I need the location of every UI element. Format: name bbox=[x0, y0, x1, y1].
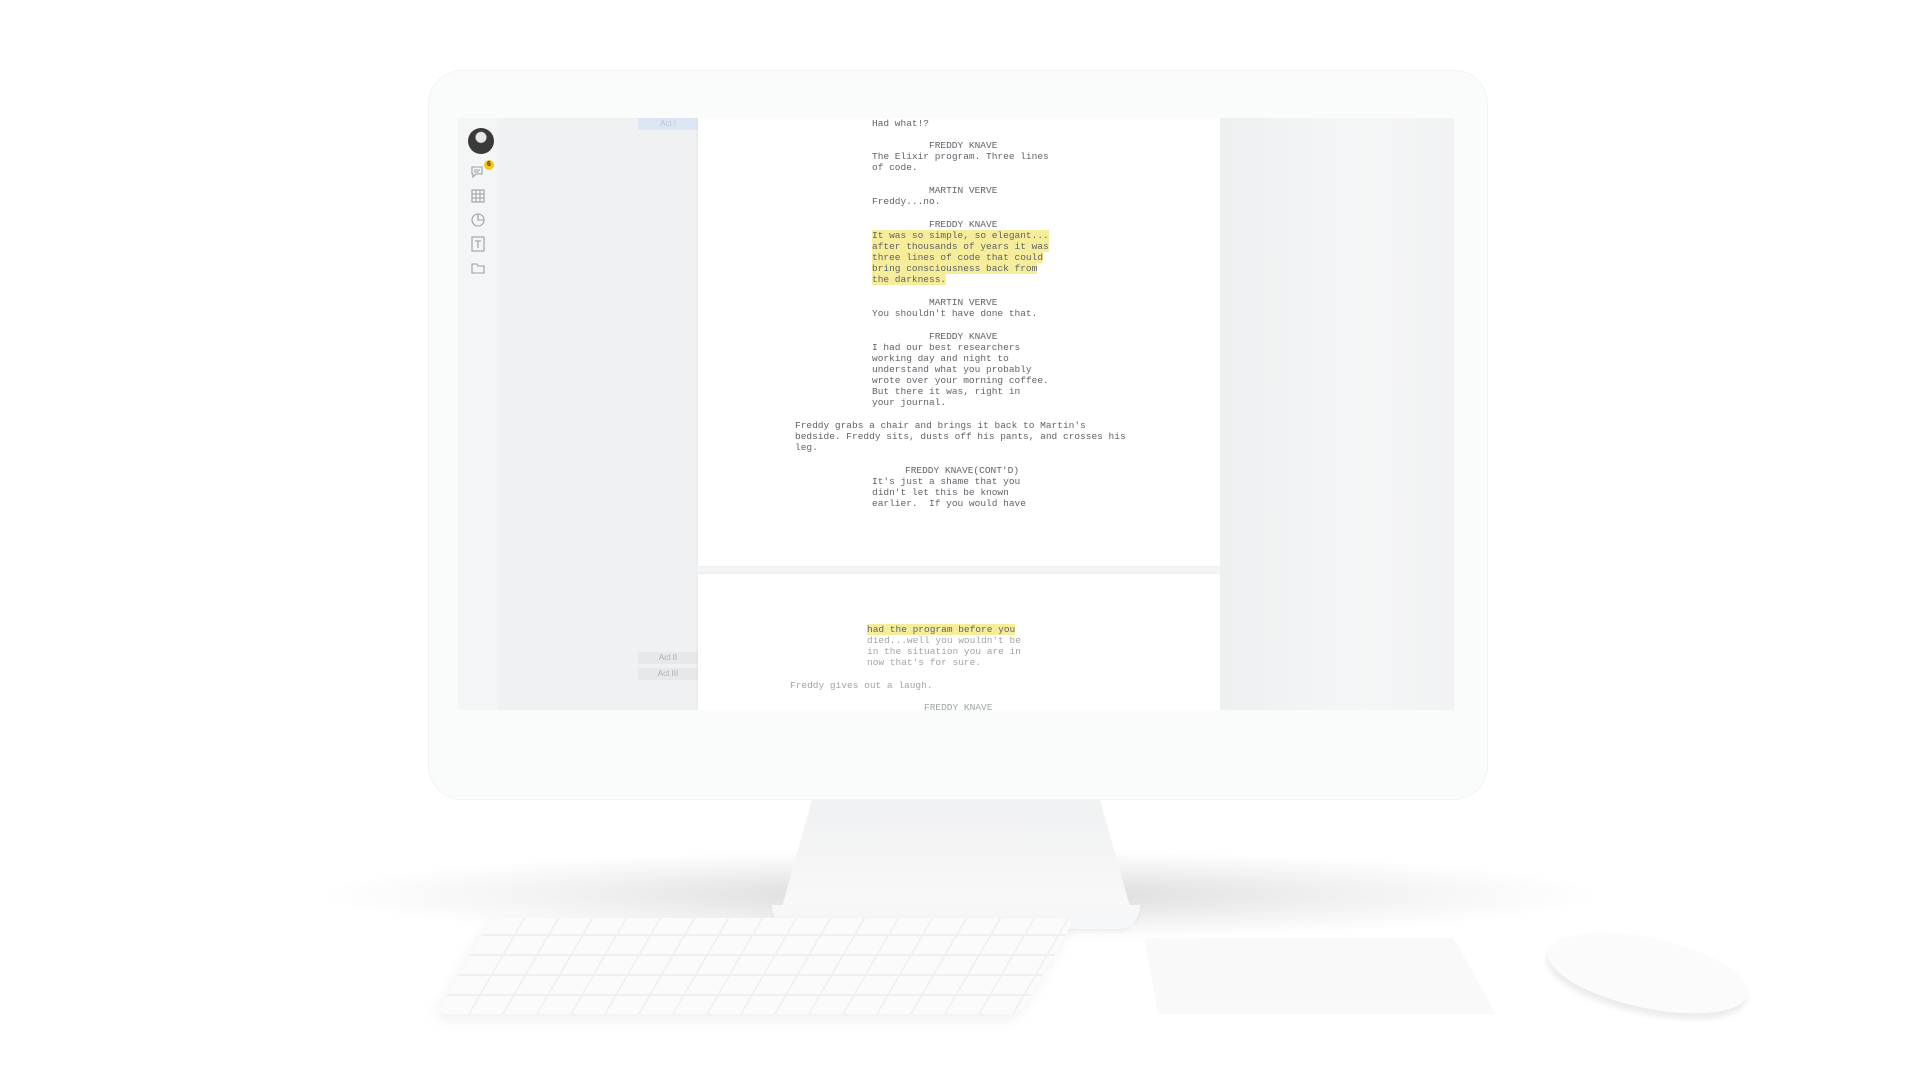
character-name: MARTIN VERVE bbox=[929, 185, 998, 196]
highlighted-dialogue-line: the darkness. bbox=[872, 274, 947, 285]
dialogue-line: now that's for sure. bbox=[867, 657, 982, 668]
character-name: FREDDY KNAVE bbox=[929, 140, 998, 151]
dialogue-line: understand what you probably bbox=[872, 364, 1032, 375]
script-page-2[interactable]: had the program before you died...well y… bbox=[698, 574, 1220, 710]
mouse bbox=[1540, 917, 1756, 1029]
right-gutter bbox=[1220, 118, 1454, 710]
notification-badge: 6 bbox=[484, 160, 494, 170]
icon-rail: 6 bbox=[458, 118, 498, 710]
action-line: leg. bbox=[795, 442, 818, 453]
highlighted-dialogue-line: after thousands of years it was bbox=[872, 241, 1049, 252]
dialogue-line: working day and night to bbox=[872, 353, 1009, 364]
dialogue-line: in the situation you are in bbox=[867, 646, 1021, 657]
dialogue-line: wrote over your morning coffee. bbox=[872, 375, 1049, 386]
folder-icon[interactable] bbox=[470, 260, 486, 276]
character-name: MARTIN VERVE bbox=[929, 297, 998, 308]
dialogue-line: It's just a shame that you bbox=[872, 476, 1021, 487]
grid-icon[interactable] bbox=[470, 188, 486, 204]
dialogue-line: But there it was, right in bbox=[872, 386, 1021, 397]
highlighted-dialogue-line: three lines of code that could bbox=[872, 252, 1044, 263]
highlighted-dialogue-line: bring consciousness back from bbox=[872, 263, 1038, 274]
dialogue-line: You shouldn't have done that. bbox=[872, 308, 1038, 319]
action-line: Freddy grabs a chair and brings it back … bbox=[795, 420, 1086, 431]
dialogue-line: your journal. bbox=[872, 397, 947, 408]
dialogue-line: died...well you wouldn't be bbox=[867, 635, 1021, 646]
character-name: FREDDY KNAVE bbox=[929, 331, 998, 342]
trackpad bbox=[1144, 938, 1496, 1014]
dialogue-line: Had what!? bbox=[872, 118, 930, 129]
character-name: FREDDY KNAVE(CONT'D) bbox=[905, 465, 1020, 476]
dialogue-line: The Elixir program. Three lines bbox=[872, 151, 1049, 162]
dialogue-line: I had our best researchers bbox=[872, 342, 1021, 353]
screen: 6 Act I Act II Act III Had what!? FREDDY… bbox=[458, 118, 1454, 710]
highlighted-dialogue-line: It was so simple, so elegant... bbox=[872, 230, 1049, 241]
dialogue-line: of code. bbox=[872, 162, 918, 173]
dialogue-line: earlier. If you would have bbox=[872, 498, 1026, 509]
text-icon[interactable] bbox=[470, 236, 486, 252]
character-name: FREDDY KNAVE bbox=[924, 702, 993, 710]
act-panel: Act I Act II Act III bbox=[498, 118, 698, 710]
act-item-3[interactable]: Act III bbox=[638, 668, 698, 680]
highlighted-dialogue-line: had the program before you bbox=[867, 624, 1016, 635]
analytics-icon[interactable] bbox=[470, 212, 486, 228]
dialogue-line: Freddy...no. bbox=[872, 196, 941, 207]
avatar[interactable] bbox=[468, 128, 494, 154]
dialogue-line: didn't let this be known bbox=[872, 487, 1009, 498]
action-line: Freddy gives out a laugh. bbox=[790, 680, 933, 691]
keyboard bbox=[436, 918, 1076, 1014]
action-line: bedside. Freddy sits, dusts off his pant… bbox=[795, 431, 1126, 442]
act-item-2[interactable]: Act II bbox=[638, 652, 698, 664]
character-name: FREDDY KNAVE bbox=[929, 219, 998, 230]
script-page-1[interactable]: Had what!? FREDDY KNAVE The Elixir progr… bbox=[698, 118, 1220, 566]
act-item-1[interactable]: Act I bbox=[638, 118, 698, 130]
